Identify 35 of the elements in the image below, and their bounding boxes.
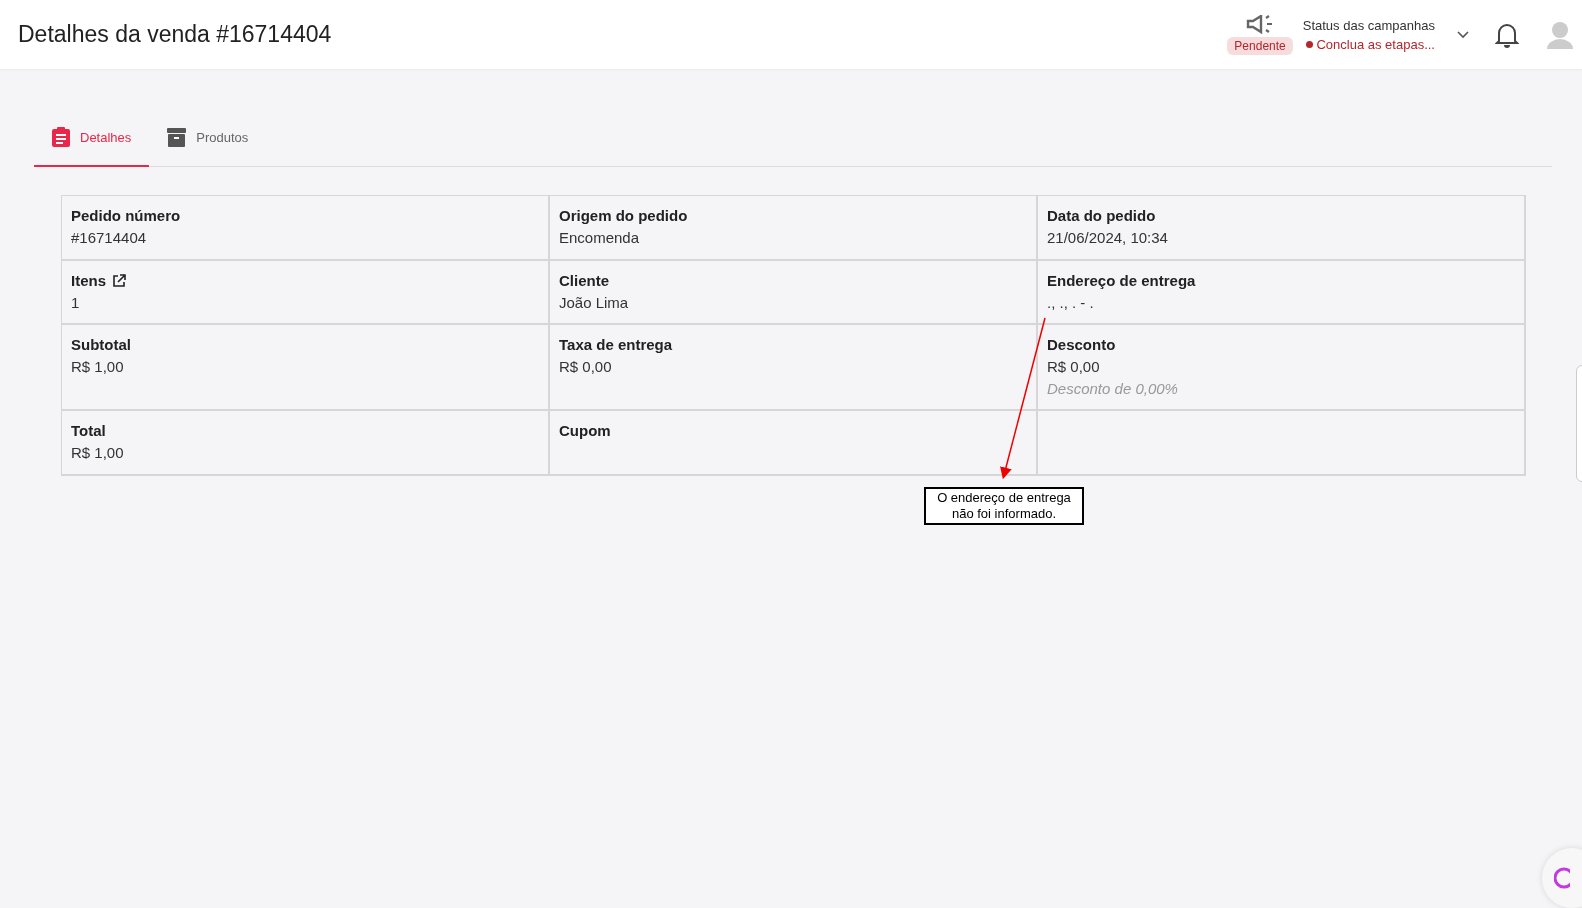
field-value: R$ 1,00 (71, 358, 125, 375)
field-label: Cupom (559, 422, 611, 439)
field-value: #16714404 (71, 229, 148, 246)
field-label: Pedido número (71, 207, 181, 224)
clipboard-icon (52, 127, 70, 147)
field-value: R$ 0,00 (559, 358, 613, 375)
field-label: Itens (71, 272, 106, 289)
megaphone-icon[interactable] (1246, 14, 1275, 35)
field-value: Encomenda (559, 229, 641, 246)
archive-box-icon (167, 127, 187, 147)
field-label: Cliente (559, 272, 609, 289)
field-value: R$ 1,00 (71, 444, 125, 461)
field-value: ., ., . - . (1047, 294, 1095, 311)
assistant-logo-icon (1554, 867, 1570, 889)
field-value: João Lima (559, 294, 630, 311)
field-label: Taxa de entrega (559, 336, 673, 353)
field-label: Endereço de entrega (1047, 272, 1196, 289)
external-link-icon[interactable] (112, 273, 126, 288)
page-title: Detalhes da venda #16714404 (18, 21, 333, 48)
field-label: Data do pedido (1047, 207, 1156, 224)
field-value: 1 (71, 294, 81, 311)
chevron-down-icon[interactable] (1457, 30, 1469, 39)
campaign-status-message: Conclua as etapas... (1306, 36, 1435, 52)
field-label: Desconto (1047, 336, 1116, 353)
field-note: Desconto de 0,00% (1047, 380, 1179, 397)
field-label: Subtotal (71, 336, 131, 353)
field-value: 21/06/2024, 10:34 (1047, 229, 1169, 246)
status-badge: Pendente (1227, 36, 1293, 55)
field-label: Total (71, 422, 106, 439)
annotation-callout: O endereço de entrega não foi informado. (924, 487, 1084, 525)
campaign-status-title: Status das campanhas (1302, 17, 1435, 33)
field-value: R$ 0,00 (1047, 358, 1101, 375)
field-label: Origem do pedido (559, 207, 688, 224)
tab[interactable]: Detalhes (34, 109, 150, 167)
tab[interactable]: Produtos (149, 109, 267, 167)
